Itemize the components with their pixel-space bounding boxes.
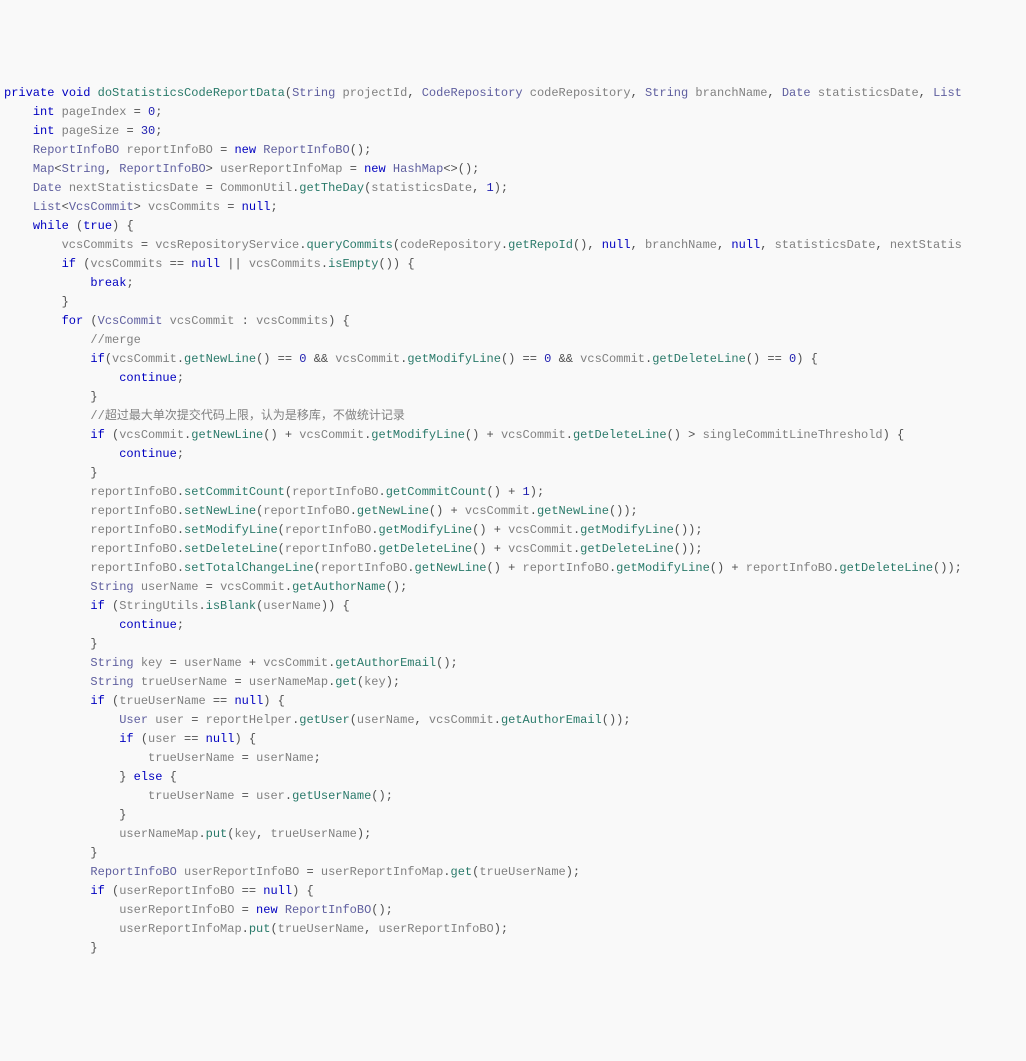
code-line: }	[4, 806, 1026, 825]
code-line: trueUserName = userName;	[4, 749, 1026, 768]
code-line: userReportInfoBO = new ReportInfoBO();	[4, 901, 1026, 920]
code-line: }	[4, 293, 1026, 312]
code-line: }	[4, 844, 1026, 863]
code-line: private void doStatisticsCodeReportData(…	[4, 84, 1026, 103]
code-line: for (VcsCommit vcsCommit : vcsCommits) {	[4, 312, 1026, 331]
code-line: reportInfoBO.setNewLine(reportInfoBO.get…	[4, 502, 1026, 521]
code-line: reportInfoBO.setDeleteLine(reportInfoBO.…	[4, 540, 1026, 559]
code-line: vcsCommits = vcsRepositoryService.queryC…	[4, 236, 1026, 255]
code-line: if(vcsCommit.getNewLine() == 0 && vcsCom…	[4, 350, 1026, 369]
code-line: ReportInfoBO userReportInfoBO = userRepo…	[4, 863, 1026, 882]
code-line: userReportInfoMap.put(trueUserName, user…	[4, 920, 1026, 939]
code-line: String userName = vcsCommit.getAuthorNam…	[4, 578, 1026, 597]
code-line: reportInfoBO.setModifyLine(reportInfoBO.…	[4, 521, 1026, 540]
code-line: List<VcsCommit> vcsCommits = null;	[4, 198, 1026, 217]
code-line: trueUserName = user.getUserName();	[4, 787, 1026, 806]
code-line: } else {	[4, 768, 1026, 787]
code-line: continue;	[4, 445, 1026, 464]
code-line: //merge	[4, 331, 1026, 350]
code-line: String trueUserName = userNameMap.get(ke…	[4, 673, 1026, 692]
code-line: //超过最大单次提交代码上限，认为是移库，不做统计记录	[4, 407, 1026, 426]
code-line: }	[4, 464, 1026, 483]
code-line: if (userReportInfoBO == null) {	[4, 882, 1026, 901]
code-line: while (true) {	[4, 217, 1026, 236]
code-line: }	[4, 635, 1026, 654]
code-line: if (StringUtils.isBlank(userName)) {	[4, 597, 1026, 616]
code-line: userNameMap.put(key, trueUserName);	[4, 825, 1026, 844]
code-line: }	[4, 388, 1026, 407]
code-line: reportInfoBO.setTotalChangeLine(reportIn…	[4, 559, 1026, 578]
code-line: continue;	[4, 616, 1026, 635]
code-line: String key = userName + vcsCommit.getAut…	[4, 654, 1026, 673]
code-line: if (vcsCommits == null || vcsCommits.isE…	[4, 255, 1026, 274]
code-line: ReportInfoBO reportInfoBO = new ReportIn…	[4, 141, 1026, 160]
code-line: reportInfoBO.setCommitCount(reportInfoBO…	[4, 483, 1026, 502]
code-line: }	[4, 939, 1026, 958]
code-line: User user = reportHelper.getUser(userNam…	[4, 711, 1026, 730]
code-line: continue;	[4, 369, 1026, 388]
code-line: if (trueUserName == null) {	[4, 692, 1026, 711]
code-line: Date nextStatisticsDate = CommonUtil.get…	[4, 179, 1026, 198]
code-line: int pageIndex = 0;	[4, 103, 1026, 122]
code-line: Map<String, ReportInfoBO> userReportInfo…	[4, 160, 1026, 179]
code-line: break;	[4, 274, 1026, 293]
code-line: if (vcsCommit.getNewLine() + vcsCommit.g…	[4, 426, 1026, 445]
code-block: private void doStatisticsCodeReportData(…	[4, 84, 1026, 958]
code-line: int pageSize = 30;	[4, 122, 1026, 141]
code-line: if (user == null) {	[4, 730, 1026, 749]
